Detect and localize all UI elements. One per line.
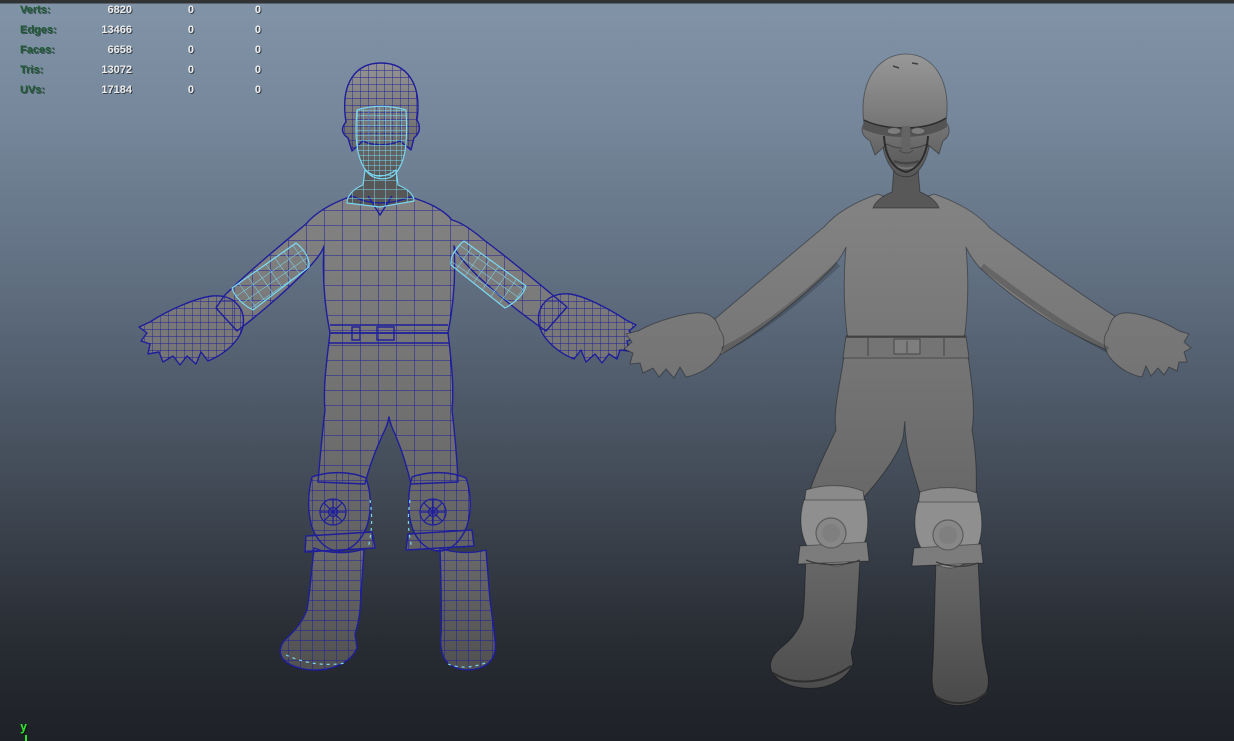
sh-eye-right: [911, 128, 925, 135]
hud-label-edges: Edges:: [20, 20, 57, 40]
hud-value: 13072: [101, 60, 132, 80]
hud-label-faces: Faces:: [20, 40, 55, 60]
hud-value: 0: [132, 60, 194, 80]
sh-boot-right: [932, 560, 988, 706]
hud-row-faces: Faces: 6658 0 0: [0, 40, 261, 60]
hud-value: 0: [132, 0, 194, 20]
hud-value: 0: [132, 80, 194, 100]
wf-kneepad-wheel-right: [420, 499, 446, 525]
hud-value: 6658: [108, 40, 132, 60]
hud-value: 0: [194, 20, 261, 40]
sh-kneepad-circles: [816, 518, 963, 550]
axis-y-line: [25, 735, 27, 741]
hud-value: 6820: [108, 0, 132, 20]
scene-svg: [0, 0, 1234, 741]
sh-surface: [624, 54, 1191, 706]
hud-label-uvs: UVs:: [20, 80, 45, 100]
hud-value: 0: [132, 20, 194, 40]
shaded-model[interactable]: [624, 54, 1191, 706]
hud-label-verts: Verts:: [20, 0, 51, 20]
hud-row-edges: Edges: 13466 0 0: [0, 20, 261, 40]
sh-torso: [703, 194, 1127, 355]
sh-pants: [809, 356, 976, 497]
viewport-3d[interactable]: Verts: 6820 0 0 Edges: 13466 0 0 Faces: …: [0, 0, 1234, 741]
hud-value: 0: [194, 40, 261, 60]
hud-label-tris: Tris:: [20, 60, 43, 80]
hud-row-verts: Verts: 6820 0 0: [0, 0, 261, 20]
hud-row-tris: Tris: 13072 0 0: [0, 60, 261, 80]
hud-value: 17184: [101, 80, 132, 100]
sh-nose: [901, 126, 911, 151]
hud-value: 0: [194, 60, 261, 80]
sh-eye-left: [887, 128, 901, 135]
sh-hand-left: [624, 313, 724, 378]
hud-value: 0: [194, 0, 261, 20]
hud-row-uvs: UVs: 17184 0 0: [0, 80, 261, 100]
axis-y-label: y: [20, 720, 27, 734]
sh-hand-right: [1104, 313, 1191, 377]
wf-kneepad-wheel-left: [320, 499, 346, 525]
hud-value: 0: [194, 80, 261, 100]
poly-count-hud: Verts: 6820 0 0 Edges: 13466 0 0 Faces: …: [0, 0, 261, 100]
hud-value: 13466: [101, 20, 132, 40]
wireframe-model[interactable]: [139, 63, 636, 670]
hud-value: 0: [132, 40, 194, 60]
